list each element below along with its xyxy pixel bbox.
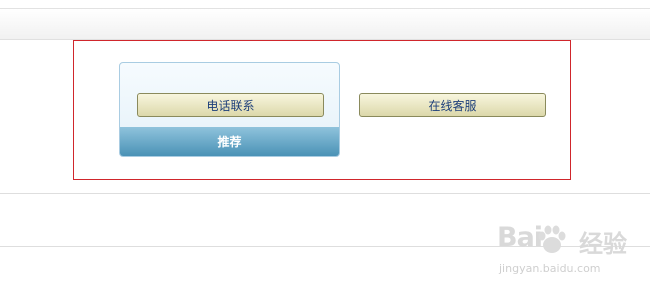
contact-panel: 推荐 电话联系 在线客服 [73, 40, 571, 180]
phone-contact-button[interactable]: 电话联系 [137, 93, 324, 117]
divider [0, 193, 650, 194]
top-strip [0, 8, 650, 40]
recommend-label: 推荐 [217, 135, 242, 149]
baidu-jingyan-watermark: Bai 经验 jingyan.baidu.com [497, 222, 637, 288]
watermark-cn-text: 经验 [579, 230, 627, 258]
paw-icon [538, 225, 566, 253]
recommend-card-footer: 推荐 [120, 127, 339, 156]
online-service-button[interactable]: 在线客服 [359, 93, 546, 117]
watermark-url: jingyan.baidu.com [499, 262, 601, 275]
